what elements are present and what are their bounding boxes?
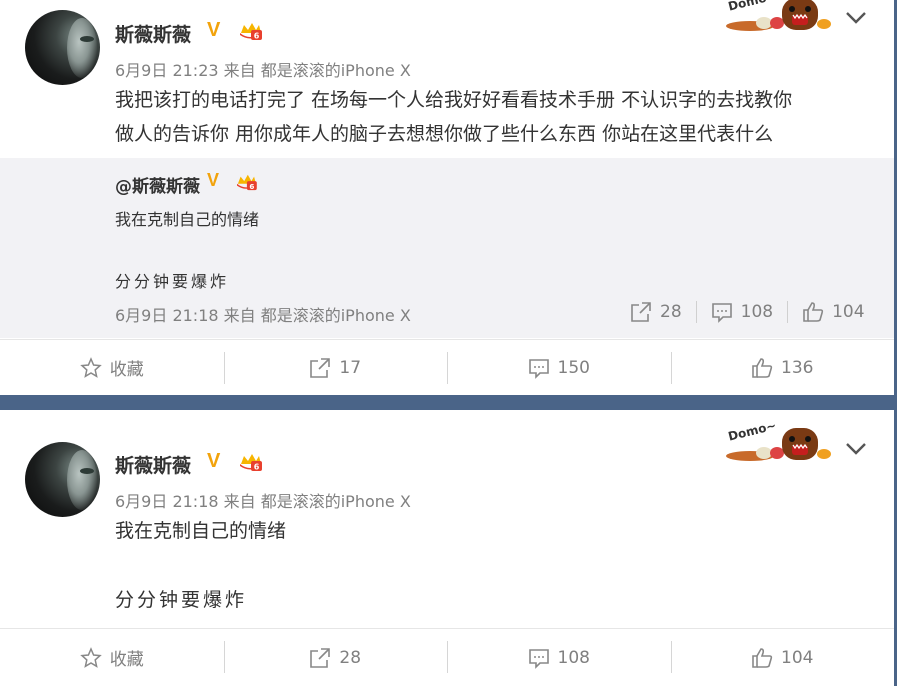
member-badge-icon[interactable]: 6 — [234, 173, 258, 191]
comment-icon — [528, 357, 550, 379]
repost-text-line: 分分钟要爆炸 — [115, 272, 230, 291]
star-icon — [79, 356, 102, 379]
verified-icon: V — [207, 19, 221, 41]
repost-icon — [630, 301, 652, 323]
verified-icon: V — [207, 450, 221, 472]
post-meta: 6月9日 21:23 来自 都是滚滚的iPhone X — [115, 61, 411, 80]
domo-sticker-icon: Domo~ — [726, 422, 831, 461]
action-bar: 收藏 17 150 136 — [0, 339, 894, 395]
avatar[interactable] — [25, 442, 100, 517]
repost-username[interactable]: @斯薇斯薇 — [115, 172, 200, 197]
comment-button[interactable]: 108 — [447, 629, 671, 686]
verified-icon: V — [207, 170, 220, 190]
svg-text:6: 6 — [254, 32, 260, 41]
repost-like-button[interactable]: 104 — [802, 301, 865, 323]
sticker-text: Domo~ — [727, 422, 778, 444]
post-text-line: 做人的告诉你 用你成年人的脑子去想想你做了些什么东西 你站在这里代表什么 — [115, 123, 774, 145]
comment-count: 108 — [740, 302, 774, 322]
sticker-text: Domo~ — [727, 0, 778, 14]
like-icon — [751, 357, 773, 379]
username[interactable]: 斯薇斯薇 — [115, 451, 191, 478]
like-icon — [751, 647, 773, 669]
svg-text:6: 6 — [254, 463, 260, 472]
comment-icon — [528, 647, 550, 669]
comment-count: 108 — [557, 647, 590, 668]
weibo-post-card: 斯薇斯薇 V 6 6月9日 21:18 来自 都是滚滚的iPhone X 我在克… — [0, 410, 894, 686]
repost-count: 28 — [660, 302, 682, 322]
repost-repost-button[interactable]: 28 — [630, 301, 682, 323]
like-count: 136 — [781, 357, 814, 378]
like-button[interactable]: 104 — [670, 629, 895, 686]
repost-button[interactable]: 28 — [223, 629, 448, 686]
repost-block[interactable]: @斯薇斯薇 V 6 我在克制自己的情绪 分分钟要爆炸 6月9日 21:18 来自… — [0, 158, 894, 338]
chevron-down-icon[interactable] — [845, 11, 867, 25]
post-text-line: 我把该打的电话打完了 在场每一个人给我好好看看技术手册 不认识字的去找教你 — [115, 89, 793, 111]
like-count: 104 — [781, 647, 814, 668]
favorite-label: 收藏 — [109, 650, 144, 670]
repost-count: 17 — [339, 357, 362, 378]
action-bar: 收藏 28 108 104 — [0, 628, 894, 686]
username[interactable]: 斯薇斯薇 — [115, 20, 191, 47]
like-icon — [802, 301, 824, 323]
repost-icon — [309, 647, 331, 669]
post-meta: 6月9日 21:18 来自 都是滚滚的iPhone X — [115, 492, 411, 511]
comment-button[interactable]: 150 — [447, 340, 671, 395]
domo-sticker-icon: Domo~ — [726, 0, 831, 31]
member-badge-icon[interactable]: 6 — [237, 21, 263, 41]
chevron-down-icon[interactable] — [845, 442, 867, 456]
member-badge-icon[interactable]: 6 — [237, 452, 263, 472]
favorite-button[interactable]: 收藏 — [0, 629, 224, 686]
repost-mini-actions: 28 108 104 — [630, 298, 865, 326]
repost-button[interactable]: 17 — [223, 340, 448, 395]
like-count: 104 — [832, 302, 865, 322]
repost-meta: 6月9日 21:18 来自 都是滚滚的iPhone X — [115, 306, 411, 325]
repost-icon — [309, 357, 331, 379]
repost-count: 28 — [339, 647, 362, 668]
avatar[interactable] — [25, 10, 100, 85]
favorite-label: 收藏 — [109, 360, 144, 380]
svg-text:6: 6 — [249, 182, 254, 191]
repost-comment-button[interactable]: 108 — [711, 301, 773, 323]
comment-icon — [711, 301, 733, 323]
favorite-button[interactable]: 收藏 — [0, 340, 224, 395]
post-text-line: 我在克制自己的情绪 — [115, 520, 287, 542]
post-text: 我把该打的电话打完了 在场每一个人给我好好看看技术手册 不认识字的去找教你 做人… — [115, 83, 792, 151]
weibo-post-card: 斯薇斯薇 V 6 6月9日 21:23 来自 都是滚滚的iPhone X 我把该… — [0, 0, 894, 395]
comment-count: 150 — [557, 357, 590, 378]
repost-text-line: 我在克制自己的情绪 — [115, 210, 260, 229]
star-icon — [79, 646, 102, 669]
post-text-line: 分分钟要爆炸 — [115, 589, 248, 611]
like-button[interactable]: 136 — [670, 340, 895, 395]
